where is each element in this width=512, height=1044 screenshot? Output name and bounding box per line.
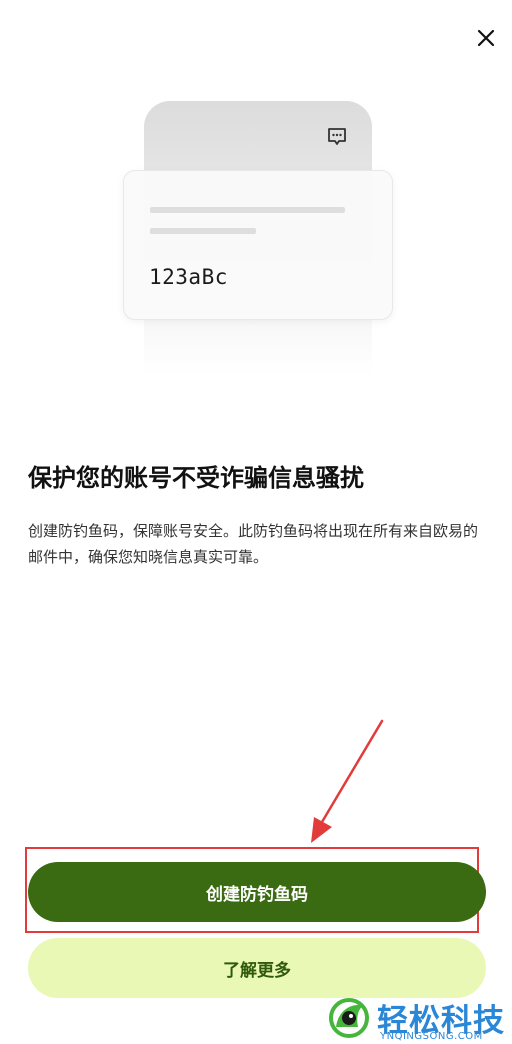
learn-more-button[interactable]: 了解更多 [28,938,486,998]
page-title: 保护您的账号不受诈骗信息骚扰 [28,464,364,492]
watermark-logo-icon [329,998,369,1038]
watermark-subtext: YNQINGSONG.COM [380,1031,483,1042]
sample-code-text: 123aBc [149,265,228,289]
create-anti-phishing-code-button[interactable]: 创建防钓鱼码 [28,862,486,922]
placeholder-line [150,207,345,213]
anti-phishing-code-card [123,170,393,320]
close-icon [477,29,495,47]
chat-bubble-icon [328,128,346,145]
placeholder-line [150,228,256,234]
page-description: 创建防钓鱼码，保障账号安全。此防钓鱼码将出现在所有来自欧易的邮件中，确保您知晓信… [28,522,479,566]
close-button[interactable] [470,22,502,54]
